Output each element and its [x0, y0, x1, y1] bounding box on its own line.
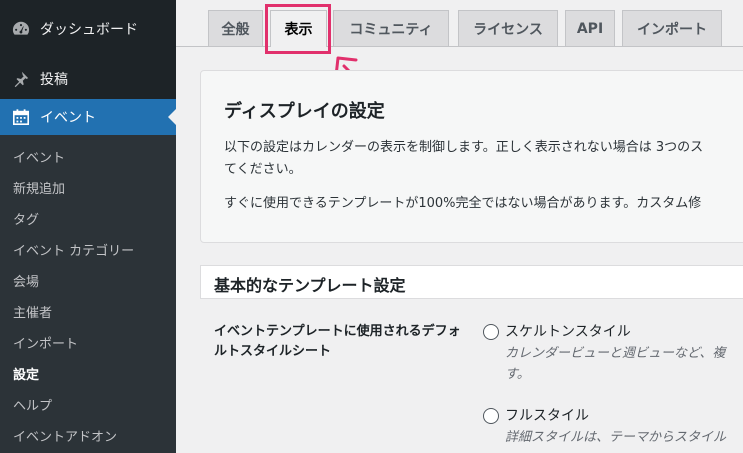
tab-highlight-box	[265, 4, 331, 54]
sidebar-item-label: ダッシュボード	[40, 22, 138, 38]
submenu-item-tags[interactable]: タグ	[13, 212, 39, 230]
sidebar-item-events[interactable]: イベント	[0, 99, 176, 135]
submenu-item-events[interactable]: イベント	[13, 150, 65, 168]
page-title: ディスプレイの設定	[224, 101, 385, 122]
sidebar-item-label: イベント	[40, 110, 96, 126]
info-text-line: 以下の設定はカレンダーの表示を制御します。正しく表示されない場合は 3つのス	[224, 140, 704, 155]
tab-community[interactable]: コミュニティ	[333, 10, 449, 46]
radio-skeleton-style[interactable]	[483, 324, 499, 340]
option-label-skeleton[interactable]: スケルトンスタイル	[505, 321, 631, 341]
option-desc-skeleton: す。	[505, 367, 530, 382]
submenu-item-event-categories[interactable]: イベント カテゴリー	[13, 243, 134, 261]
sidebar-item-dashboard[interactable]: ダッシュボード	[0, 12, 176, 46]
pin-icon	[11, 70, 31, 88]
option-desc-full: 詳細スタイルは、テーマからスタイル	[505, 430, 727, 445]
info-text-line: すぐに使用できるテンプレートが100%完全ではない場合があります。カスタム修	[224, 196, 702, 211]
sidebar-item-posts[interactable]: 投稿	[0, 62, 176, 96]
submenu-item-import[interactable]: インポート	[13, 336, 78, 354]
current-menu-pointer	[168, 109, 176, 125]
tab-general[interactable]: 全般	[208, 10, 263, 46]
section-title: 基本的なテンプレート設定	[214, 276, 406, 295]
info-text-line: てください。	[224, 162, 302, 177]
radio-full-style[interactable]	[483, 408, 499, 424]
tab-import[interactable]: インポート	[622, 10, 722, 46]
submenu-item-organizers[interactable]: 主催者	[13, 305, 52, 323]
submenu-item-venues[interactable]: 会場	[13, 274, 39, 292]
admin-sidebar: ダッシュボード 投稿 イベント イベント 新規追加 タグ イベント カテゴリー …	[0, 0, 176, 453]
tab-licenses[interactable]: ライセンス	[458, 10, 558, 46]
submenu-item-help[interactable]: ヘルプ	[13, 398, 52, 416]
calendar-icon	[11, 108, 31, 126]
sidebar-item-label: 投稿	[40, 72, 68, 88]
tab-api[interactable]: API	[565, 10, 615, 46]
dashboard-icon	[11, 20, 31, 38]
option-desc-skeleton: カレンダービューと週ビューなど、複	[505, 346, 726, 361]
setting-label-default-stylesheet: イベントテンプレートに使用されるデフォルトスタイルシート	[214, 324, 461, 359]
tabs-baseline	[176, 46, 743, 47]
submenu-item-add-new[interactable]: 新規追加	[13, 181, 65, 199]
option-label-full[interactable]: フルスタイル	[505, 405, 589, 425]
submenu-item-settings[interactable]: 設定	[13, 367, 39, 385]
events-submenu: イベント 新規追加 タグ イベント カテゴリー 会場 主催者 インポート 設定 …	[0, 135, 176, 453]
submenu-item-event-addons[interactable]: イベントアドオン	[13, 429, 117, 447]
